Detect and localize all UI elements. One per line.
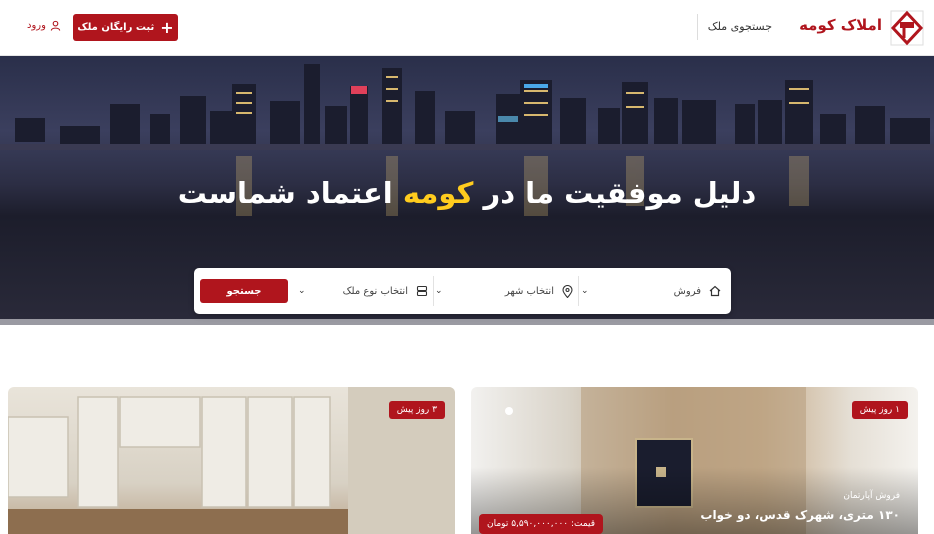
brand-name[interactable]: املاک کومه xyxy=(799,16,882,34)
login-link[interactable]: ورود xyxy=(27,20,61,31)
listing-title[interactable]: ۱۳۰ متری، شهرک قدس، دو خواب xyxy=(700,508,900,522)
listing-age-badge: ۱ روز پیش xyxy=(851,401,908,419)
plus-icon: + xyxy=(160,17,174,37)
chevron-down-icon: ⌄ xyxy=(435,286,443,296)
header-divider xyxy=(697,14,698,40)
listing-card[interactable]: ۱ روز پیش فروش آپارتمان ۱۳۰ متری، شهرک ق… xyxy=(471,387,918,534)
building-icon xyxy=(416,285,428,297)
deal-type-select[interactable]: فروش ⌄ xyxy=(581,268,721,314)
listing-age-badge: ۳ روز پیش xyxy=(388,401,445,419)
register-property-button[interactable]: + ثبت رایگان ملک xyxy=(73,14,178,41)
listing-card[interactable]: ۳ روز پیش xyxy=(8,387,455,534)
site-header: املاک کومه جستجوی ملک + ثبت رایگان ملک و… xyxy=(0,0,934,56)
deal-type-value: فروش xyxy=(673,285,701,297)
search-divider xyxy=(578,276,579,306)
login-label: ورود xyxy=(27,20,46,31)
listing-photo xyxy=(8,387,455,534)
city-value: انتخاب شهر xyxy=(504,285,554,297)
listing-type: فروش آپارتمان xyxy=(843,491,900,501)
chevron-down-icon: ⌄ xyxy=(298,286,306,296)
search-divider xyxy=(433,276,434,306)
user-icon xyxy=(50,20,61,31)
city-select[interactable]: انتخاب شهر ⌄ xyxy=(435,268,573,314)
home-icon xyxy=(709,285,721,297)
search-panel: فروش ⌄ انتخاب شهر ⌄ انتخاب نوع ملک ⌄ جست… xyxy=(194,268,731,314)
hero-title-part1: دلیل موفقیت ما در xyxy=(473,176,757,210)
logo-icon[interactable] xyxy=(890,10,924,46)
search-button[interactable]: جستجو xyxy=(200,279,288,303)
hero-title-part2: اعتماد شماست xyxy=(177,176,403,210)
hero-title-highlight: کومه xyxy=(402,176,474,210)
chevron-down-icon: ⌄ xyxy=(581,286,589,296)
hero-bottom-bar xyxy=(0,319,934,325)
location-pin-icon xyxy=(562,284,573,298)
register-button-label: ثبت رایگان ملک xyxy=(77,22,155,33)
property-type-value: انتخاب نوع ملک xyxy=(342,285,408,297)
nav-search-link[interactable]: جستجوی ملک xyxy=(708,20,772,33)
hero-title: دلیل موفقیت ما در کومه اعتماد شماست xyxy=(0,176,934,210)
property-type-select[interactable]: انتخاب نوع ملک ⌄ xyxy=(298,268,428,314)
listing-price: قیمت: ۵,۵۹۰,۰۰۰,۰۰۰ تومان xyxy=(479,514,604,534)
